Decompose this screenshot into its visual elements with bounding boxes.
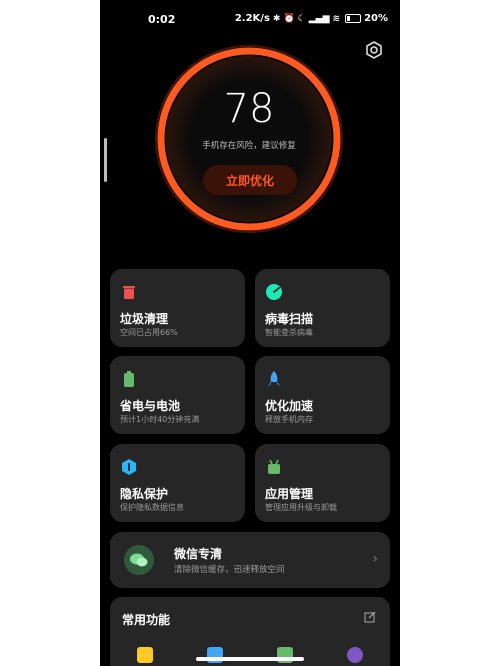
privacy-icon bbox=[122, 459, 136, 475]
wechat-clean-card[interactable]: 微信专清 清除微信缓存，迅速释放空间 › bbox=[110, 532, 390, 588]
tile-title: 隐私保护 bbox=[120, 487, 169, 501]
tile-subtitle: 预计1小时40分钟充满 bbox=[120, 415, 200, 424]
phone-screen: 0:02 2.2K/s ✱ ⏰ ☾ ▂▄▆ ≋ 20% 78 手机存在风险，建议… bbox=[100, 0, 400, 666]
alarm-icon: ⏰ bbox=[283, 13, 295, 24]
rocket-icon bbox=[268, 371, 280, 386]
tile-title: 应用管理 bbox=[265, 487, 314, 501]
tile-subtitle: 空间已占用66% bbox=[120, 328, 178, 337]
status-bar: 0:02 2.2K/s ✱ ⏰ ☾ ▂▄▆ ≋ 20% bbox=[100, 0, 400, 40]
tile-subtitle: 保护隐私数据信息 bbox=[120, 503, 184, 512]
wechat-icon bbox=[124, 545, 154, 575]
tile-subtitle: 管理应用升级与卸载 bbox=[265, 503, 337, 512]
shield-scan-icon bbox=[266, 284, 282, 300]
tile-title: 垃圾清理 bbox=[120, 312, 169, 326]
scroll-indicator[interactable] bbox=[104, 138, 107, 182]
edit-icon[interactable] bbox=[364, 611, 376, 623]
tile-junk-clean[interactable]: 垃圾清理 空间已占用66% bbox=[110, 269, 245, 347]
wifi-icon: ≋ bbox=[332, 13, 341, 24]
trash-icon bbox=[123, 286, 135, 299]
do-not-disturb-icon: ☾ bbox=[297, 13, 306, 24]
bluetooth-icon: ✱ bbox=[272, 13, 281, 24]
tile-speed-up[interactable]: 优化加速 释放手机内存 bbox=[255, 356, 390, 434]
tile-title: 病毒扫描 bbox=[265, 312, 314, 326]
common-functions-title: 常用功能 bbox=[122, 613, 171, 627]
optimize-now-button[interactable]: 立即优化 bbox=[203, 165, 297, 195]
battery-level: 20% bbox=[364, 13, 388, 24]
quick-power-icon[interactable] bbox=[347, 647, 363, 663]
wechat-subtitle: 清除微信缓存，迅速释放空间 bbox=[174, 565, 285, 575]
tile-virus-scan[interactable]: 病毒扫描 智能查杀病毒 bbox=[255, 269, 390, 347]
status-indicators: 2.2K/s ✱ ⏰ ☾ ▂▄▆ ≋ 20% bbox=[235, 13, 388, 24]
tile-privacy[interactable]: 隐私保护 保护隐私数据信息 bbox=[110, 444, 245, 522]
app-icon bbox=[268, 459, 280, 474]
home-indicator[interactable] bbox=[196, 657, 304, 661]
settings-gear-icon[interactable] bbox=[364, 40, 384, 60]
common-functions-card: 常用功能 bbox=[110, 597, 390, 666]
tile-subtitle: 智能查杀病毒 bbox=[265, 328, 313, 337]
tile-title: 优化加速 bbox=[265, 399, 314, 413]
battery-icon bbox=[124, 371, 134, 387]
tile-app-manage[interactable]: 应用管理 管理应用升级与卸载 bbox=[255, 444, 390, 522]
battery-icon bbox=[345, 14, 362, 23]
signal-icon: ▂▄▆ bbox=[308, 13, 330, 24]
net-speed: 2.2K/s bbox=[234, 13, 270, 24]
wechat-title: 微信专清 bbox=[174, 547, 223, 561]
tile-subtitle: 释放手机内存 bbox=[265, 415, 313, 424]
chevron-right-icon: › bbox=[372, 551, 378, 567]
status-time: 0:02 bbox=[148, 13, 176, 26]
quick-camera-icon[interactable] bbox=[137, 647, 153, 663]
tile-title: 省电与电池 bbox=[120, 399, 181, 413]
tile-battery[interactable]: 省电与电池 预计1小时40分钟充满 bbox=[110, 356, 245, 434]
score-ring: 78 手机存在风险，建议修复 立即优化 bbox=[154, 44, 344, 234]
risk-message: 手机存在风险，建议修复 bbox=[202, 141, 296, 151]
score-value: 78 bbox=[223, 86, 275, 132]
